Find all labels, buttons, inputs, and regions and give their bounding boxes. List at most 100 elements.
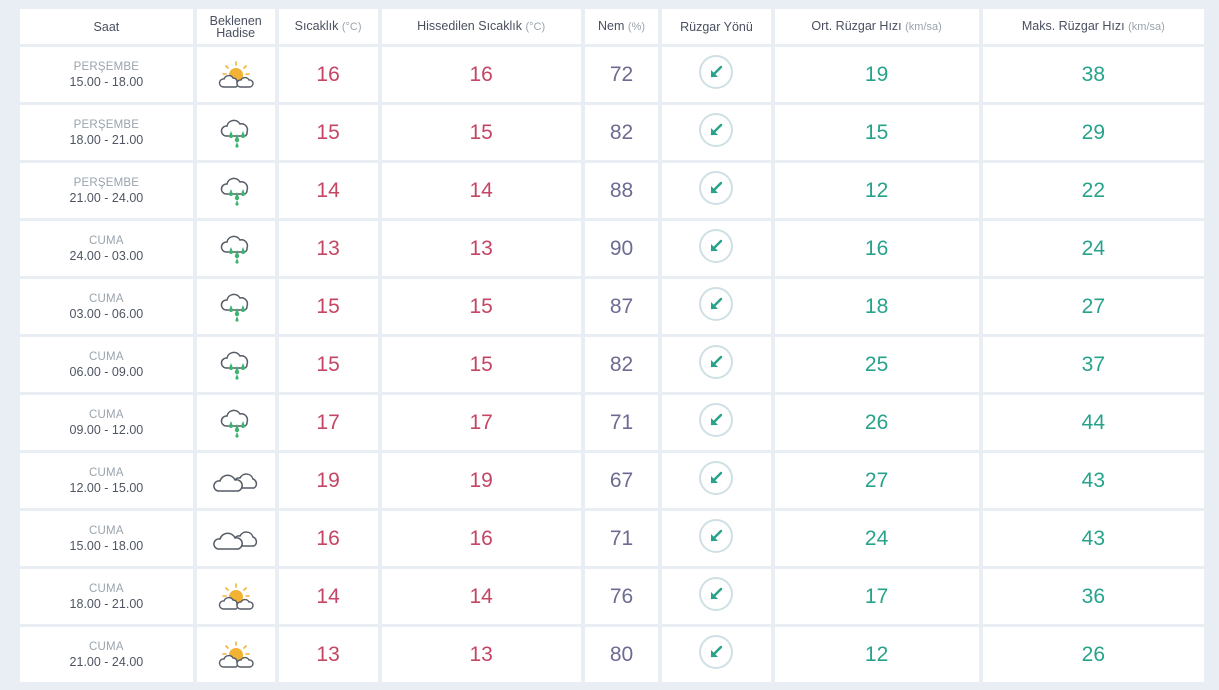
forecast-row: CUMA 03.00 - 06.00 15 15 87 18 27 [20, 279, 1204, 334]
time-range-label: 03.00 - 06.00 [69, 306, 144, 321]
feels-like-cell: 17 [381, 395, 581, 450]
header-hissedilen: Hissedilen Sıcaklık (°C) [381, 9, 581, 44]
temperature-cell: 16 [278, 47, 378, 102]
avg-wind-cell: 17 [774, 569, 979, 624]
temperature-cell: 15 [278, 337, 378, 392]
weather-icon-cell [196, 395, 275, 450]
avg-wind-cell: 27 [774, 453, 979, 508]
feels-like-cell: 13 [381, 627, 581, 682]
humidity-cell: 87 [584, 279, 659, 334]
southwest-arrow-icon [699, 171, 734, 205]
time-range-label: 15.00 - 18.00 [69, 74, 144, 89]
feels-like-cell: 15 [381, 105, 581, 160]
avg-wind-cell: 19 [774, 47, 979, 102]
avg-wind-cell: 12 [774, 627, 979, 682]
time-cell: CUMA 06.00 - 09.00 [20, 337, 193, 392]
rain-cloud-icon [216, 235, 256, 264]
max-wind-cell: 37 [982, 337, 1204, 392]
weather-icon-cell [196, 163, 275, 218]
temperature-cell: 13 [278, 627, 378, 682]
feels-like-cell: 16 [381, 47, 581, 102]
header-sicaklik: Sıcaklık (°C) [278, 9, 378, 44]
weather-icon-cell [196, 47, 275, 102]
max-wind-cell: 27 [982, 279, 1204, 334]
rain-cloud-icon [216, 177, 256, 206]
temperature-cell: 13 [278, 221, 378, 276]
time-range-label: 18.00 - 21.00 [69, 596, 144, 611]
forecast-row: PERŞEMBE 15.00 - 18.00 16 16 72 19 38 [20, 47, 1204, 102]
time-range-label: 15.00 - 18.00 [69, 538, 144, 553]
forecast-row: PERŞEMBE 21.00 - 24.00 14 14 88 12 22 [20, 163, 1204, 218]
temperature-cell: 17 [278, 395, 378, 450]
humidity-cell: 82 [584, 105, 659, 160]
feels-like-cell: 14 [381, 163, 581, 218]
cloudy-icon [212, 530, 260, 550]
wind-direction-cell [662, 105, 771, 160]
humidity-cell: 88 [584, 163, 659, 218]
header-nem-unit: (%) [627, 21, 646, 33]
temperature-cell: 16 [278, 511, 378, 566]
time-cell: CUMA 24.00 - 03.00 [20, 221, 193, 276]
southwest-arrow-icon [699, 403, 734, 437]
time-range-label: 21.00 - 24.00 [69, 654, 144, 669]
header-sicaklik-label: Sıcaklık [294, 19, 339, 33]
rain-cloud-icon [216, 293, 256, 322]
cloudy-icon [212, 472, 260, 492]
temperature-cell: 14 [278, 569, 378, 624]
southwest-arrow-icon [699, 577, 734, 611]
max-wind-cell: 38 [982, 47, 1204, 102]
time-range-label: 12.00 - 15.00 [69, 480, 144, 495]
time-cell: PERŞEMBE 18.00 - 21.00 [20, 105, 193, 160]
header-ruzgar-yonu-label: Rüzgar Yönü [680, 19, 753, 34]
header-ruzgar-yonu: Rüzgar Yönü [662, 9, 771, 44]
forecast-row: CUMA 21.00 - 24.00 13 13 80 12 26 [20, 627, 1204, 682]
max-wind-cell: 43 [982, 453, 1204, 508]
partly-cloudy-icon [214, 60, 258, 88]
header-ort-ruzgar-unit: (km/sa) [905, 21, 942, 33]
weather-icon-cell [196, 279, 275, 334]
time-range-label: 24.00 - 03.00 [69, 248, 144, 263]
temperature-cell: 19 [278, 453, 378, 508]
wind-direction-cell [662, 337, 771, 392]
southwest-arrow-icon [699, 55, 734, 89]
header-nem-label: Nem [598, 19, 625, 33]
southwest-arrow-icon [699, 287, 734, 321]
max-wind-cell: 24 [982, 221, 1204, 276]
wind-direction-cell [662, 511, 771, 566]
forecast-row: CUMA 18.00 - 21.00 14 14 76 17 36 [20, 569, 1204, 624]
wind-direction-cell [662, 163, 771, 218]
header-nem: Nem (%) [584, 9, 659, 44]
header-maks-ruzgar-unit: (km/sa) [1128, 21, 1165, 33]
time-range-label: 06.00 - 09.00 [69, 364, 144, 379]
header-hadise-label: Hadise [216, 25, 256, 40]
header-saat: Saat [20, 9, 193, 44]
max-wind-cell: 29 [982, 105, 1204, 160]
max-wind-cell: 22 [982, 163, 1204, 218]
time-range-label: 09.00 - 12.00 [69, 422, 144, 437]
southwest-arrow-icon [699, 229, 734, 263]
day-label: CUMA [89, 350, 124, 363]
day-label: PERŞEMBE [73, 176, 140, 189]
wind-direction-cell [662, 47, 771, 102]
header-hadise: Beklenen Hadise [196, 9, 275, 44]
weather-icon-cell [196, 569, 275, 624]
partly-cloudy-icon [214, 582, 258, 610]
weather-icon-cell [196, 221, 275, 276]
day-label: PERŞEMBE [73, 60, 140, 73]
day-label: CUMA [89, 582, 124, 595]
day-label: CUMA [89, 524, 124, 537]
header-ort-ruzgar: Ort. Rüzgar Hızı (km/sa) [774, 9, 979, 44]
forecast-row: PERŞEMBE 18.00 - 21.00 15 15 82 15 29 [20, 105, 1204, 160]
forecast-row: CUMA 09.00 - 12.00 17 17 71 26 44 [20, 395, 1204, 450]
feels-like-cell: 15 [381, 337, 581, 392]
day-label: CUMA [89, 292, 124, 305]
southwest-arrow-icon [699, 113, 734, 147]
wind-direction-cell [662, 453, 771, 508]
humidity-cell: 71 [584, 395, 659, 450]
weather-icon-cell [196, 337, 275, 392]
time-cell: CUMA 03.00 - 06.00 [20, 279, 193, 334]
feels-like-cell: 15 [381, 279, 581, 334]
wind-direction-cell [662, 627, 771, 682]
forecast-table: Saat Beklenen Hadise Sıcaklık (°C) Hisse… [16, 6, 1208, 685]
wind-direction-cell [662, 221, 771, 276]
